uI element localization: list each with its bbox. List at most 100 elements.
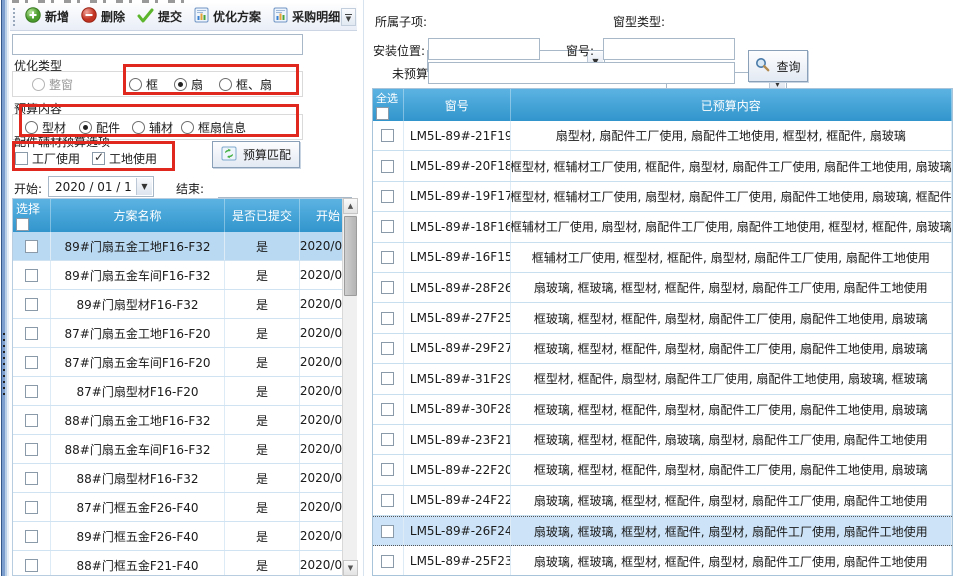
radio-icon	[174, 78, 187, 91]
plan-name-header[interactable]: 方案名称	[51, 199, 225, 232]
plan-table-row[interactable]: 89#门框五金F26-F40 是 2020/0	[13, 522, 356, 551]
budget-match-icon	[221, 146, 237, 164]
row-checkbox[interactable]	[25, 559, 38, 572]
start-date-header[interactable]: 开始	[300, 199, 343, 232]
row-checkbox[interactable]	[25, 443, 38, 456]
row-checkbox[interactable]	[25, 356, 38, 369]
row-checkbox[interactable]	[381, 190, 394, 203]
add-icon	[25, 7, 41, 26]
checkbox-icon	[92, 152, 105, 165]
row-checkbox[interactable]	[381, 129, 394, 142]
add-button[interactable]: 新增	[19, 4, 75, 29]
select-all-checkbox[interactable]	[376, 107, 389, 120]
start-date-cell: 2020/0	[300, 232, 343, 260]
plan-table-row[interactable]: 87#门框五金F26-F40 是 2020/0	[13, 493, 356, 522]
select-all-checkbox[interactable]	[16, 218, 29, 231]
budget-table-row[interactable]: LM5L-89#-16F15 框辅材工厂使用, 框型材, 框配件, 扇型材, 扇…	[373, 243, 952, 273]
plan-table-row[interactable]: 89#门扇型材F16-F32 是 2020/0	[13, 290, 356, 319]
install-position-input[interactable]	[428, 38, 540, 60]
window-no-column-header[interactable]: 窗号	[404, 89, 511, 121]
budget-table-row[interactable]: LM5L-89#-23F21 框玻璃, 框型材, 框配件, 扇玻璃, 扇型材, …	[373, 425, 952, 455]
radio-whole-window[interactable]: 整窗	[32, 76, 73, 93]
collapsed-splitter-strip[interactable]	[0, 0, 9, 576]
row-checkbox[interactable]	[25, 298, 38, 311]
window-no-cell: LM5L-89#-23F21	[404, 425, 511, 454]
budget-table-row[interactable]: LM5L-89#-18F16 框辅材工厂使用, 扇型材, 扇配件工厂使用, 扇配…	[373, 212, 952, 242]
optimize-plan-button[interactable]: 优化方案	[188, 4, 267, 29]
budget-table-row[interactable]: LM5L-89#-29F27 框玻璃, 框型材, 框配件, 扇型材, 扇配件工厂…	[373, 334, 952, 364]
budget-table-row[interactable]: LM5L-89#-28F26 扇玻璃, 框玻璃, 框型材, 框配件, 扇型材, …	[373, 273, 952, 303]
plan-table-row[interactable]: 89#门扇五金车间F16-F32 是 2020/0	[13, 261, 356, 290]
row-checkbox[interactable]	[381, 342, 394, 355]
row-checkbox[interactable]	[381, 494, 394, 507]
row-checkbox[interactable]	[25, 472, 38, 485]
radio-frame[interactable]: 框	[129, 76, 158, 93]
toolbar-overflow-button[interactable]: ▼	[341, 8, 356, 26]
budget-table-row[interactable]: LM5L-89#-21F19 扇型材, 扇配件工厂使用, 扇配件工地使用, 框型…	[373, 121, 952, 151]
row-checkbox[interactable]	[381, 372, 394, 385]
radio-sash[interactable]: 扇	[174, 76, 203, 93]
budgeted-content-cell: 框玻璃, 框型材, 框配件, 扇型材, 扇配件工厂使用, 扇配件工地使用, 扇玻…	[511, 455, 952, 484]
row-checkbox[interactable]	[381, 220, 394, 233]
budget-table-row[interactable]: LM5L-89#-25F23 扇玻璃, 框玻璃, 框型材, 框配件, 扇型材, …	[373, 546, 952, 576]
plan-table-row[interactable]: 88#门扇五金车间F16-F32 是 2020/0	[13, 435, 356, 464]
checkbox-site-use[interactable]: 工地使用	[92, 150, 157, 167]
row-checkbox[interactable]	[381, 463, 394, 476]
query-button[interactable]: 查询	[748, 50, 808, 82]
no-budget-input[interactable]	[428, 62, 735, 84]
toolbar-grip[interactable]	[13, 8, 15, 26]
plan-table-row[interactable]: 88#门扇型材F16-F32 是 2020/0	[13, 464, 356, 493]
radio-auxiliary[interactable]: 辅材	[132, 119, 173, 136]
select-all-header: 全选	[376, 90, 398, 106]
date-start-picker[interactable]: 2020 / 01 / 1 ▼	[48, 176, 154, 197]
scroll-up-button[interactable]: ▲	[343, 198, 358, 214]
checkbox-factory-use[interactable]: 工厂使用	[15, 150, 80, 167]
radio-frame-sash-info[interactable]: 框扇信息	[181, 119, 246, 136]
budgeted-content-header[interactable]: 已预算内容	[511, 89, 952, 121]
delete-button[interactable]: 删除	[75, 4, 131, 29]
budget-match-label: 预算匹配	[243, 146, 291, 163]
row-checkbox[interactable]	[381, 281, 394, 294]
plan-table-row[interactable]: 87#门扇五金车间F16-F20 是 2020/0	[13, 348, 356, 377]
row-checkbox[interactable]	[25, 240, 38, 253]
row-checkbox[interactable]	[381, 251, 394, 264]
submit-button[interactable]: 提交	[131, 5, 188, 29]
plan-table-scrollbar[interactable]: ▲ ▼	[342, 198, 357, 576]
start-date-cell: 2020/0	[300, 464, 343, 492]
row-checkbox[interactable]	[381, 433, 394, 446]
row-checkbox[interactable]	[381, 160, 394, 173]
row-checkbox[interactable]	[25, 414, 38, 427]
row-checkbox[interactable]	[25, 269, 38, 282]
row-checkbox[interactable]	[381, 525, 394, 538]
row-checkbox[interactable]	[25, 385, 38, 398]
budget-table-row[interactable]: LM5L-89#-26F24 扇玻璃, 框玻璃, 框型材, 框配件, 扇型材, …	[373, 516, 952, 546]
row-checkbox[interactable]	[381, 403, 394, 416]
budget-table-row[interactable]: LM5L-89#-22F20 框玻璃, 框型材, 框配件, 扇型材, 扇配件工厂…	[373, 455, 952, 485]
plan-table-row[interactable]: 88#门扇五金工地F16-F32 是 2020/0	[13, 406, 356, 435]
budget-table-row[interactable]: LM5L-89#-31F29 框型材, 框配件, 扇型材, 扇配件工厂使用, 扇…	[373, 364, 952, 394]
budget-table-row[interactable]: LM5L-89#-19F17 框型材, 框辅材工厂使用, 扇型材, 扇配件工厂使…	[373, 182, 952, 212]
budget-table-row[interactable]: LM5L-89#-30F28 框玻璃, 框型材, 框配件, 扇型材, 扇配件工厂…	[373, 395, 952, 425]
row-checkbox[interactable]	[25, 501, 38, 514]
scroll-down-button[interactable]: ▼	[343, 560, 358, 576]
submitted-header[interactable]: 是否已提交	[225, 199, 300, 232]
row-checkbox[interactable]	[381, 555, 394, 568]
radio-frame-sash[interactable]: 框、扇	[219, 76, 272, 93]
plan-filter-input[interactable]	[12, 34, 303, 55]
window-no-input[interactable]	[603, 38, 735, 60]
row-checkbox[interactable]	[381, 312, 394, 325]
row-checkbox[interactable]	[25, 327, 38, 340]
plan-table-row[interactable]: 89#门扇五金工地F16-F32 是 2020/0	[13, 232, 356, 261]
scrollbar-thumb[interactable]	[344, 216, 357, 296]
window-no-cell: LM5L-89#-24F22	[404, 486, 511, 515]
plan-table-row[interactable]: 88#门框五金F21-F40 是 2020/0	[13, 551, 356, 576]
submitted-cell: 是	[225, 493, 300, 521]
plan-table-row[interactable]: 87#门扇型材F16-F20 是 2020/0	[13, 377, 356, 406]
budget-table-row[interactable]: LM5L-89#-27F25 框玻璃, 框型材, 框配件, 扇型材, 扇配件工厂…	[373, 303, 952, 333]
budget-table-row[interactable]: LM5L-89#-20F18 框型材, 框辅材工厂使用, 框配件, 扇型材, 扇…	[373, 151, 952, 181]
budget-match-button[interactable]: 预算匹配	[212, 141, 300, 168]
chevron-down-icon[interactable]: ▼	[136, 178, 152, 195]
row-checkbox[interactable]	[25, 530, 38, 543]
plan-table-row[interactable]: 87#门扇五金工地F16-F20 是 2020/0	[13, 319, 356, 348]
budget-table-row[interactable]: LM5L-89#-24F22 扇玻璃, 框玻璃, 框型材, 框配件, 扇型材, …	[373, 486, 952, 516]
